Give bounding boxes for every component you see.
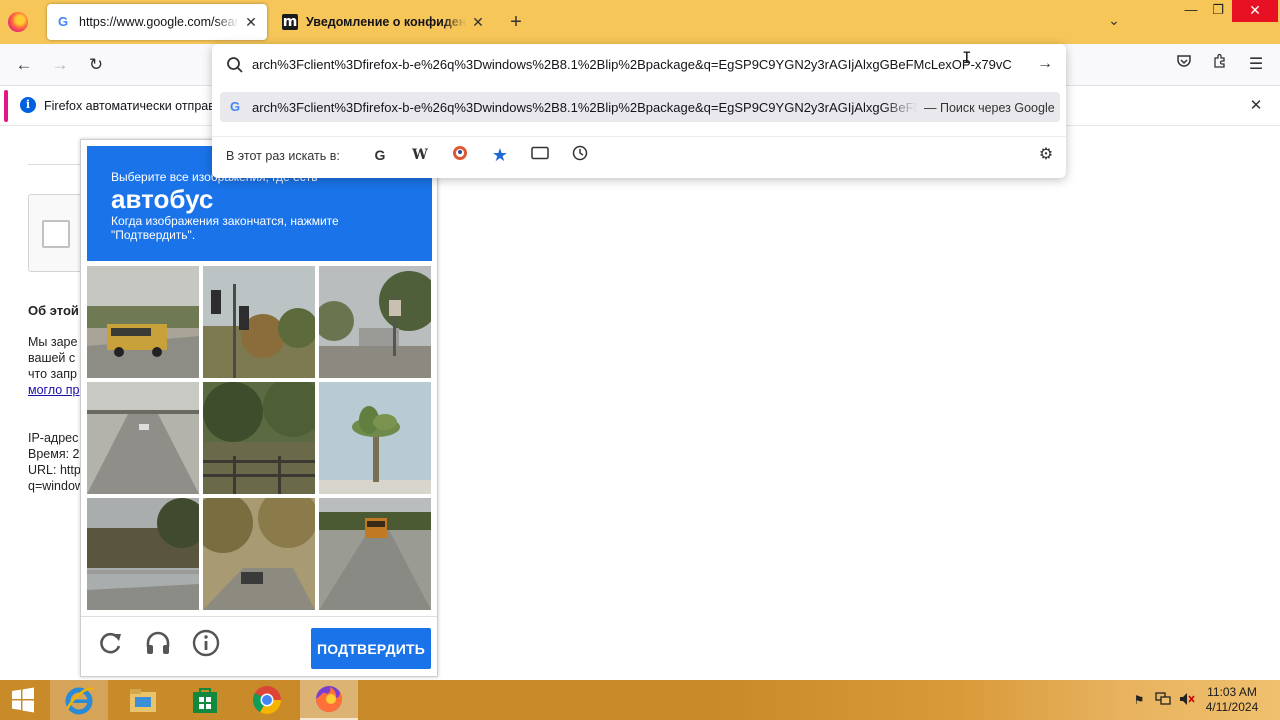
headphones-audio-icon[interactable] (143, 628, 173, 658)
info-line: Время: 2 (28, 447, 80, 461)
recaptcha-widget (28, 194, 88, 272)
forward-button[interactable]: → (46, 52, 74, 78)
close-tab-icon[interactable]: ✕ (470, 14, 486, 30)
firefox-view-icon[interactable] (8, 12, 28, 32)
chrome-icon[interactable] (238, 680, 296, 720)
captcha-tile-trees-guardrail[interactable] (87, 498, 199, 610)
url-input[interactable]: arch%3Fclient%3Dfirefox-b-e%26q%3Dwindow… (252, 54, 1032, 76)
list-all-tabs-chevron-down-icon[interactable]: ⌄ (1104, 12, 1124, 32)
notification-accent (4, 90, 8, 122)
duckduckgo-engine-icon[interactable] (448, 145, 472, 165)
windows-taskbar: ⚑ 11:03 AM 4/11/2024 (0, 680, 1280, 720)
info-line: IP-адрес (28, 431, 79, 445)
m-favicon-icon: m (282, 14, 298, 30)
verify-button[interactable]: ПОДТВЕРДИТЬ (311, 628, 431, 669)
menu-icon[interactable]: ☰ (1243, 52, 1269, 78)
windows-start-icon[interactable] (6, 686, 40, 714)
captcha-tile-highway-car[interactable] (87, 382, 199, 494)
para-line: Мы заре (28, 335, 78, 349)
tab-title: https://www.google.com/search?q= (79, 15, 239, 29)
close-notification-icon[interactable]: ✕ (1246, 96, 1266, 116)
search-icon (226, 56, 244, 74)
store-icon[interactable] (176, 680, 234, 720)
close-tab-icon[interactable]: ✕ (243, 14, 259, 30)
captcha-tile-street-sign-trees[interactable] (319, 266, 431, 378)
captcha-footer: ПОДТВЕРДИТЬ (81, 616, 437, 676)
suggestion-action: — Поиск через Google (924, 101, 1055, 115)
text-cursor-icon: I (962, 48, 972, 67)
captcha-tile-traffic-light-trees[interactable] (203, 266, 315, 378)
clock-date: 4/11/2024 (1205, 700, 1259, 714)
tab-strip: G https://www.google.com/search?q= ✕ m У… (0, 0, 1280, 44)
tab-title: Уведомление о конфиденциальности (306, 15, 466, 29)
minimize-button[interactable]: — (1176, 0, 1206, 22)
firefox-icon[interactable] (300, 680, 358, 720)
file-explorer-icon[interactable] (114, 680, 172, 720)
volume-muted-icon[interactable] (1178, 692, 1196, 708)
para-line: вашей с (28, 351, 76, 365)
info-line: q=window (28, 479, 80, 493)
system-clock[interactable]: 11:03 AM 4/11/2024 (1200, 685, 1264, 715)
search-suggestion-row[interactable]: G arch%3Fclient%3Dfirefox-b-e%26q%3Dwind… (220, 92, 1060, 122)
internet-explorer-icon[interactable] (50, 680, 108, 720)
notification-text: Firefox автоматически отправл (44, 99, 222, 113)
captcha-tile-palm-tree-sky[interactable] (319, 382, 431, 494)
tabs-icon[interactable] (528, 145, 552, 165)
captcha-instruction: Когда изображения закончатся, нажмите "П… (111, 214, 339, 242)
suggestion-text: arch%3Fclient%3Dfirefox-b-e%26q%3Dwindow… (252, 100, 917, 115)
network-icon[interactable] (1154, 692, 1172, 708)
info-icon: i (20, 97, 36, 113)
history-clock-icon[interactable] (568, 145, 592, 165)
maximize-button[interactable]: ❐ (1203, 0, 1233, 22)
info-line: URL: http (28, 463, 80, 477)
back-button[interactable]: ← (10, 52, 38, 78)
wikipedia-engine-icon[interactable]: W (408, 145, 432, 165)
captcha-target: автобус (111, 184, 214, 214)
one-off-label: В этот раз искать в: (226, 149, 340, 163)
search-settings-gear-icon[interactable]: ⚙ (1036, 145, 1056, 165)
urlbar-dropdown: arch%3Fclient%3Dfirefox-b-e%26q%3Dwindow… (212, 44, 1066, 178)
about-heading: Об этой (28, 303, 79, 318)
google-favicon-icon: G (57, 14, 69, 29)
extensions-icon[interactable] (1207, 52, 1233, 78)
one-off-search-bar: В этот раз искать в: G W ★ ⚙ (212, 136, 1066, 172)
pocket-icon[interactable] (1171, 52, 1197, 78)
clock-time: 11:03 AM (1207, 685, 1257, 699)
google-engine-icon[interactable]: G (368, 145, 392, 165)
action-center-flag-icon[interactable]: ⚑ (1130, 692, 1148, 708)
reload-challenge-icon[interactable] (95, 628, 125, 658)
captcha-tile-trees-street-car[interactable] (203, 498, 315, 610)
recaptcha-checkbox[interactable] (42, 220, 70, 248)
tab-google-search[interactable]: G https://www.google.com/search?q= ✕ (47, 4, 267, 40)
captcha-tile-trees-fence[interactable] (203, 382, 315, 494)
reload-button[interactable]: ↻ (82, 52, 110, 78)
bookmarks-star-icon[interactable]: ★ (488, 145, 512, 165)
page-divider (28, 164, 80, 165)
new-tab-button[interactable]: + (504, 10, 528, 34)
close-window-button[interactable]: ✕ (1232, 0, 1278, 22)
google-icon: G (229, 99, 241, 114)
tab-privacy-notice[interactable]: m Уведомление о конфиденциальности ✕ (274, 4, 494, 40)
info-help-icon[interactable] (191, 628, 221, 658)
para-link[interactable]: могло пр (28, 383, 80, 397)
captcha-tile-road-school-bus[interactable] (319, 498, 431, 610)
go-arrow-icon[interactable]: → (1034, 53, 1056, 75)
captcha-tile-school-bus-road[interactable] (87, 266, 199, 378)
para-line: что запр (28, 367, 77, 381)
captcha-challenge: Выберите все изображения, где есть автоб… (80, 139, 438, 677)
